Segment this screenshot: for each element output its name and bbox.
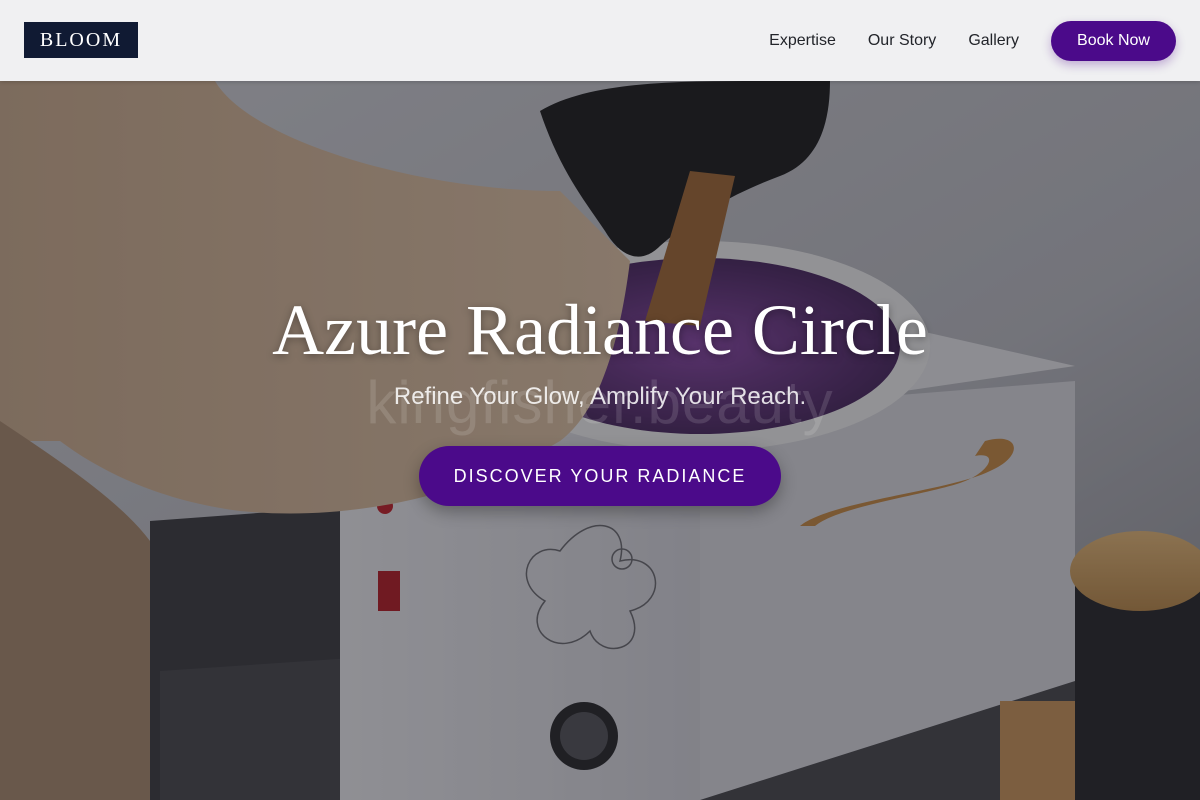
brand-logo[interactable]: BLOOM: [24, 22, 138, 58]
main-nav: Expertise Our Story Gallery Book Now: [769, 0, 1176, 81]
hero-section: kingfisher.beauty Azure Radiance Circle …: [0, 81, 1200, 800]
hero-subtitle: Refine Your Glow, Amplify Your Reach.: [393, 383, 807, 410]
hero-overlay: [0, 81, 1200, 800]
nav-link-gallery[interactable]: Gallery: [968, 32, 1019, 50]
nav-link-our-story[interactable]: Our Story: [868, 32, 936, 50]
site-header: BLOOM Expertise Our Story Gallery Book N…: [0, 0, 1200, 81]
nav-link-expertise[interactable]: Expertise: [769, 32, 836, 50]
book-now-button[interactable]: Book Now: [1051, 20, 1176, 61]
discover-radiance-button[interactable]: DISCOVER YOUR RADIANCE: [419, 446, 781, 506]
hero-title: Azure Radiance Circle: [272, 290, 928, 370]
